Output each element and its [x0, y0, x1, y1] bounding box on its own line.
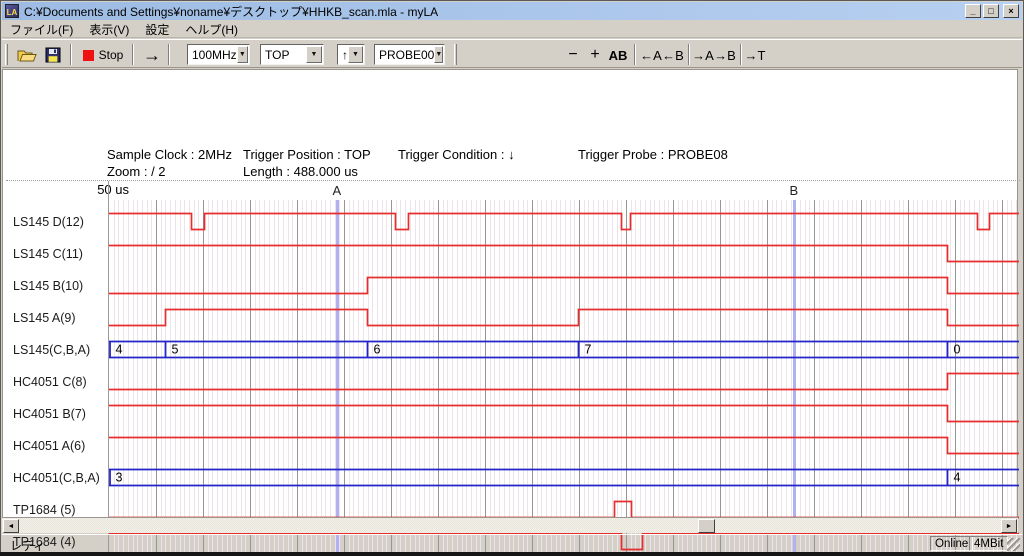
- probe-value: PROBE00: [375, 48, 434, 62]
- resize-grip[interactable]: [1007, 538, 1020, 551]
- floppy-disk-icon: [45, 47, 61, 63]
- bus-value: 3: [116, 471, 123, 485]
- waveform-svg[interactable]: 4 5 6 7 0 3 4: [109, 200, 1019, 556]
- bus-value: 6: [374, 343, 381, 357]
- app-icon: LA: [5, 4, 19, 18]
- sample-rate-combo[interactable]: 100MHz ▼: [187, 44, 250, 65]
- zoom-out-button[interactable]: −: [564, 45, 582, 65]
- open-button[interactable]: [15, 45, 39, 65]
- channel-label: HC4051 B(7): [13, 406, 86, 422]
- chevron-down-icon[interactable]: ▼: [237, 46, 248, 63]
- probe-combo[interactable]: PROBE00 ▼: [374, 44, 445, 65]
- stop-icon: [83, 50, 94, 61]
- trigger-position-combo[interactable]: TOP ▼: [260, 44, 324, 65]
- close-button[interactable]: ×: [1003, 4, 1019, 18]
- goto-b-right-button[interactable]: →B: [714, 45, 736, 65]
- scrollbar-thumb[interactable]: [698, 519, 715, 533]
- status-bar: レディ Online 4MBit: [2, 534, 1022, 552]
- bus-value: 4: [954, 471, 961, 485]
- zoom-in-button[interactable]: +: [586, 45, 604, 65]
- channel-label: HC4051(C,B,A): [13, 470, 100, 486]
- trigger-position-value: TOP: [261, 48, 306, 62]
- time-scale-label: 50 us: [89, 182, 129, 197]
- title-bar[interactable]: LA C:¥Documents and Settings¥noname¥デスクト…: [2, 2, 1022, 20]
- bus-value: 4: [116, 343, 123, 357]
- toolbar-separator: [70, 44, 72, 65]
- menu-settings[interactable]: 設定: [137, 20, 177, 39]
- toolbar-separator: [688, 44, 690, 65]
- channel-label: TP1684 (5): [13, 502, 76, 518]
- trigger-edge-value: ↑: [338, 48, 348, 62]
- waveform-plot[interactable]: 4 5 6 7 0 3 4: [109, 200, 1019, 556]
- channel-label: LS145 D(12): [13, 214, 84, 230]
- app-icon-text: LA: [7, 9, 18, 17]
- open-folder-icon: [17, 48, 37, 63]
- channel-label: LS145 A(9): [13, 310, 76, 326]
- sample-rate-value: 100MHz: [188, 48, 237, 62]
- chevron-down-icon[interactable]: ▼: [306, 46, 322, 63]
- toolbar: Stop → 100MHz ▼ TOP ▼ ↑ ▼ PROBE00 ▼ − + …: [2, 39, 1022, 68]
- toolbar-grip[interactable]: [454, 44, 457, 65]
- menu-bar: ファイル(F) 表示(V) 設定 ヘルプ(H): [2, 21, 1022, 38]
- maximize-button[interactable]: □: [983, 4, 999, 18]
- menu-help[interactable]: ヘルプ(H): [177, 20, 246, 39]
- goto-a-left-button[interactable]: ←A: [640, 45, 662, 65]
- chevron-down-icon[interactable]: ▼: [434, 46, 443, 63]
- stop-label: Stop: [99, 48, 124, 62]
- window-title: C:¥Documents and Settings¥noname¥デスクトップ¥…: [24, 3, 438, 20]
- bus-value: 5: [172, 343, 179, 357]
- bus-value: 0: [954, 343, 961, 357]
- cursor-a-label[interactable]: A: [333, 183, 342, 198]
- save-button[interactable]: [42, 45, 64, 65]
- zoom-info: Zoom : / 2: [107, 164, 166, 179]
- sample-clock-info: Sample Clock : 2MHz: [107, 147, 232, 162]
- horizontal-scrollbar[interactable]: ◄ ►: [2, 517, 1018, 533]
- channel-label: LS145 B(10): [13, 278, 83, 294]
- goto-a-right-button[interactable]: →A: [692, 45, 714, 65]
- waveform-document: Sample Clock : 2MHz Trigger Position : T…: [2, 69, 1018, 533]
- menu-view[interactable]: 表示(V): [81, 20, 137, 39]
- toolbar-separator: [740, 44, 742, 65]
- run-button[interactable]: →: [139, 45, 165, 65]
- goto-b-left-button[interactable]: ←B: [662, 45, 684, 65]
- toolbar-grip[interactable]: [5, 44, 8, 65]
- chevron-down-icon[interactable]: ▼: [348, 46, 363, 63]
- toolbar-separator: [634, 44, 636, 65]
- goto-trigger-button[interactable]: →T: [744, 45, 766, 65]
- scroll-right-icon[interactable]: ►: [1001, 519, 1017, 533]
- stop-button[interactable]: Stop: [80, 45, 126, 65]
- ab-button[interactable]: AB: [606, 45, 630, 65]
- scroll-left-icon[interactable]: ◄: [3, 519, 19, 533]
- divider: [6, 180, 1020, 181]
- minimize-button[interactable]: _: [965, 4, 981, 18]
- cursor-b-label[interactable]: B: [790, 183, 799, 198]
- length-info: Length : 488.000 us: [243, 164, 358, 179]
- channel-label: HC4051 A(6): [13, 438, 85, 454]
- trigger-condition-info: Trigger Condition : ↓: [398, 147, 515, 162]
- menu-file[interactable]: ファイル(F): [2, 20, 81, 39]
- trigger-probe-info: Trigger Probe : PROBE08: [578, 147, 728, 162]
- app-window: LA C:¥Documents and Settings¥noname¥デスクト…: [0, 0, 1024, 556]
- channel-label: LS145(C,B,A): [13, 342, 90, 358]
- trigger-edge-combo[interactable]: ↑ ▼: [337, 44, 365, 65]
- channel-label: LS145 C(11): [13, 246, 83, 262]
- toolbar-separator: [168, 44, 170, 65]
- bus-value: 7: [585, 343, 592, 357]
- trigger-position-info: Trigger Position : TOP: [243, 147, 371, 162]
- channel-label: HC4051 C(8): [13, 374, 87, 390]
- status-online-badge: Online: [930, 536, 973, 551]
- status-memory-badge: 4MBit: [969, 536, 1008, 551]
- window-bottom-edge: [0, 552, 1024, 556]
- toolbar-separator: [132, 44, 134, 65]
